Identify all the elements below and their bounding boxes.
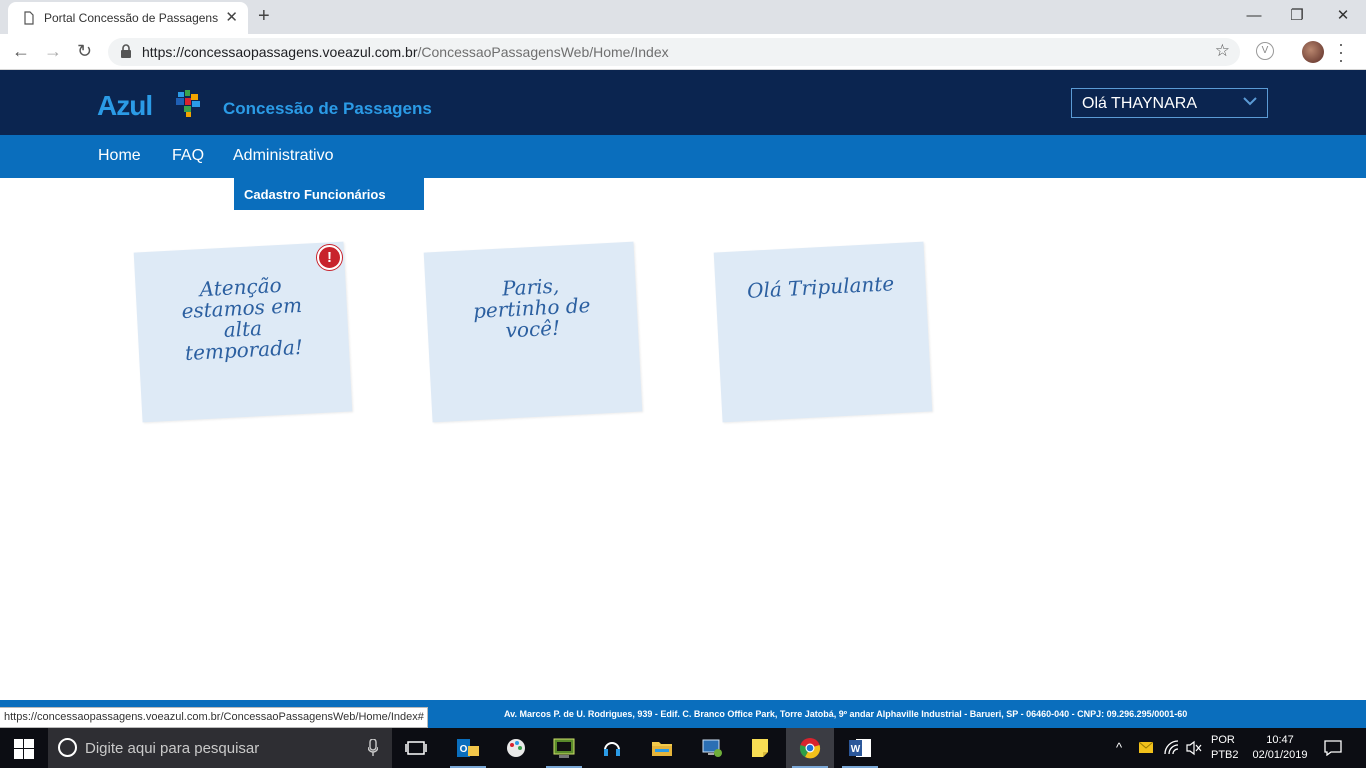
forward-icon[interactable]: → <box>44 42 62 60</box>
word-icon[interactable]: W <box>836 728 884 768</box>
url-host: https://concessaopassagens.voeazul.com.b… <box>142 44 418 60</box>
back-icon[interactable]: ← <box>12 42 30 60</box>
volume-muted-icon[interactable] <box>1186 740 1202 756</box>
clock-time: 10:47 <box>1266 734 1294 746</box>
sticky-notes-icon[interactable] <box>736 728 784 768</box>
alert-exclamation-icon: ! <box>317 245 342 270</box>
taskbar-search-input[interactable]: Digite aqui para pesquisar <box>48 728 392 768</box>
reload-icon[interactable]: ↻ <box>77 42 92 60</box>
show-hidden-icons-icon[interactable]: ^ <box>1116 740 1122 755</box>
page-icon <box>24 11 34 25</box>
site-title: Concessão de Passagens <box>223 99 432 118</box>
wifi-icon[interactable] <box>1164 740 1180 756</box>
paint-icon[interactable] <box>492 728 540 768</box>
file-explorer-icon[interactable] <box>638 728 686 768</box>
cortana-icon <box>58 738 77 757</box>
browser-menu-icon[interactable]: · · · <box>1338 35 1344 69</box>
note-text: Paris, pertinho de você! <box>435 272 628 345</box>
restore-icon[interactable]: ❐ <box>1287 6 1307 26</box>
address-bar[interactable]: https://concessaopassagens.voeazul.com.b… <box>108 38 1240 66</box>
nav-administrativo[interactable]: Administrativo <box>233 147 333 165</box>
keyboard-layout: PTB2 <box>1211 749 1239 761</box>
terminal-app-icon[interactable] <box>540 728 588 768</box>
extension-v-icon[interactable]: V <box>1256 42 1274 60</box>
browser-toolbar: ← → ↻ https://concessaopassagens.voeazul… <box>0 34 1366 70</box>
search-placeholder: Digite aqui para pesquisar <box>85 740 260 757</box>
close-tab-icon[interactable]: ✕ <box>225 10 238 25</box>
url-text[interactable]: https://concessaopassagens.voeazul.com.b… <box>142 44 669 60</box>
main-nav: Home FAQ Administrativo <box>0 135 1366 178</box>
bookmark-star-icon[interactable]: ☆ <box>1215 41 1230 61</box>
status-bar-url: https://concessaopassagens.voeazul.com.b… <box>0 707 428 728</box>
mail-tray-icon[interactable] <box>1139 742 1153 753</box>
user-greeting: Olá THAYNARA <box>1082 95 1197 112</box>
language-code: POR <box>1211 734 1235 746</box>
user-menu-select[interactable]: Olá THAYNARA <box>1071 88 1268 118</box>
chevron-down-icon <box>1243 97 1257 106</box>
system-clock[interactable]: 10:47 02/01/2019 <box>1250 733 1310 763</box>
new-tab-icon[interactable]: + <box>258 6 270 26</box>
clock-date: 02/01/2019 <box>1252 749 1308 761</box>
tab-title: Portal Concessão de Passagens <box>44 11 219 25</box>
site-header: Azul Concessão de Passagens Olá THAYNARA <box>0 70 1366 135</box>
note-line: Olá Tripulante <box>746 271 895 303</box>
profile-avatar[interactable] <box>1302 41 1324 63</box>
dropdown-cadastro-funcionarios[interactable]: Cadastro Funcionários <box>234 178 424 210</box>
close-window-icon[interactable]: ✕ <box>1333 6 1353 26</box>
note-text: Atenção estamos em alta temporada! <box>145 272 339 366</box>
action-center-icon[interactable] <box>1324 740 1342 756</box>
outlook-icon[interactable]: O <box>444 728 492 768</box>
url-path: /ConcessaoPassagensWeb/Home/Index <box>417 44 669 60</box>
note-ola-tripulante[interactable]: Olá Tripulante <box>713 241 933 423</box>
svg-text:O: O <box>460 744 468 755</box>
microphone-icon[interactable] <box>368 739 378 757</box>
browser-tab-strip: Portal Concessão de Passagens ✕ + — ❐ ✕ <box>0 0 1366 34</box>
footer-address: Av. Marcos P. de U. Rodrigues, 939 - Edi… <box>504 709 1188 719</box>
browser-tab[interactable]: Portal Concessão de Passagens ✕ <box>8 2 248 34</box>
headset-app-icon[interactable] <box>588 728 636 768</box>
nav-faq[interactable]: FAQ <box>172 147 204 165</box>
minimize-icon[interactable]: — <box>1244 6 1264 26</box>
remote-desktop-icon[interactable] <box>688 728 736 768</box>
windows-taskbar: Digite aqui para pesquisar O W ^ POR PTB… <box>0 728 1366 768</box>
windows-start-icon[interactable] <box>14 739 34 759</box>
lock-icon[interactable] <box>120 44 132 58</box>
task-view-icon[interactable] <box>392 728 440 768</box>
note-text: Olá Tripulante <box>725 271 916 303</box>
brazil-map-logo-icon <box>176 90 200 117</box>
note-alta-temporada[interactable]: Atenção estamos em alta temporada! <box>133 241 353 423</box>
note-paris[interactable]: Paris, pertinho de você! <box>423 241 643 423</box>
svg-text:W: W <box>851 744 861 755</box>
chrome-icon[interactable] <box>786 728 834 768</box>
nav-home[interactable]: Home <box>98 147 141 165</box>
azul-logo[interactable]: Azul <box>97 90 153 122</box>
input-language-indicator[interactable]: POR PTB2 <box>1211 733 1239 763</box>
